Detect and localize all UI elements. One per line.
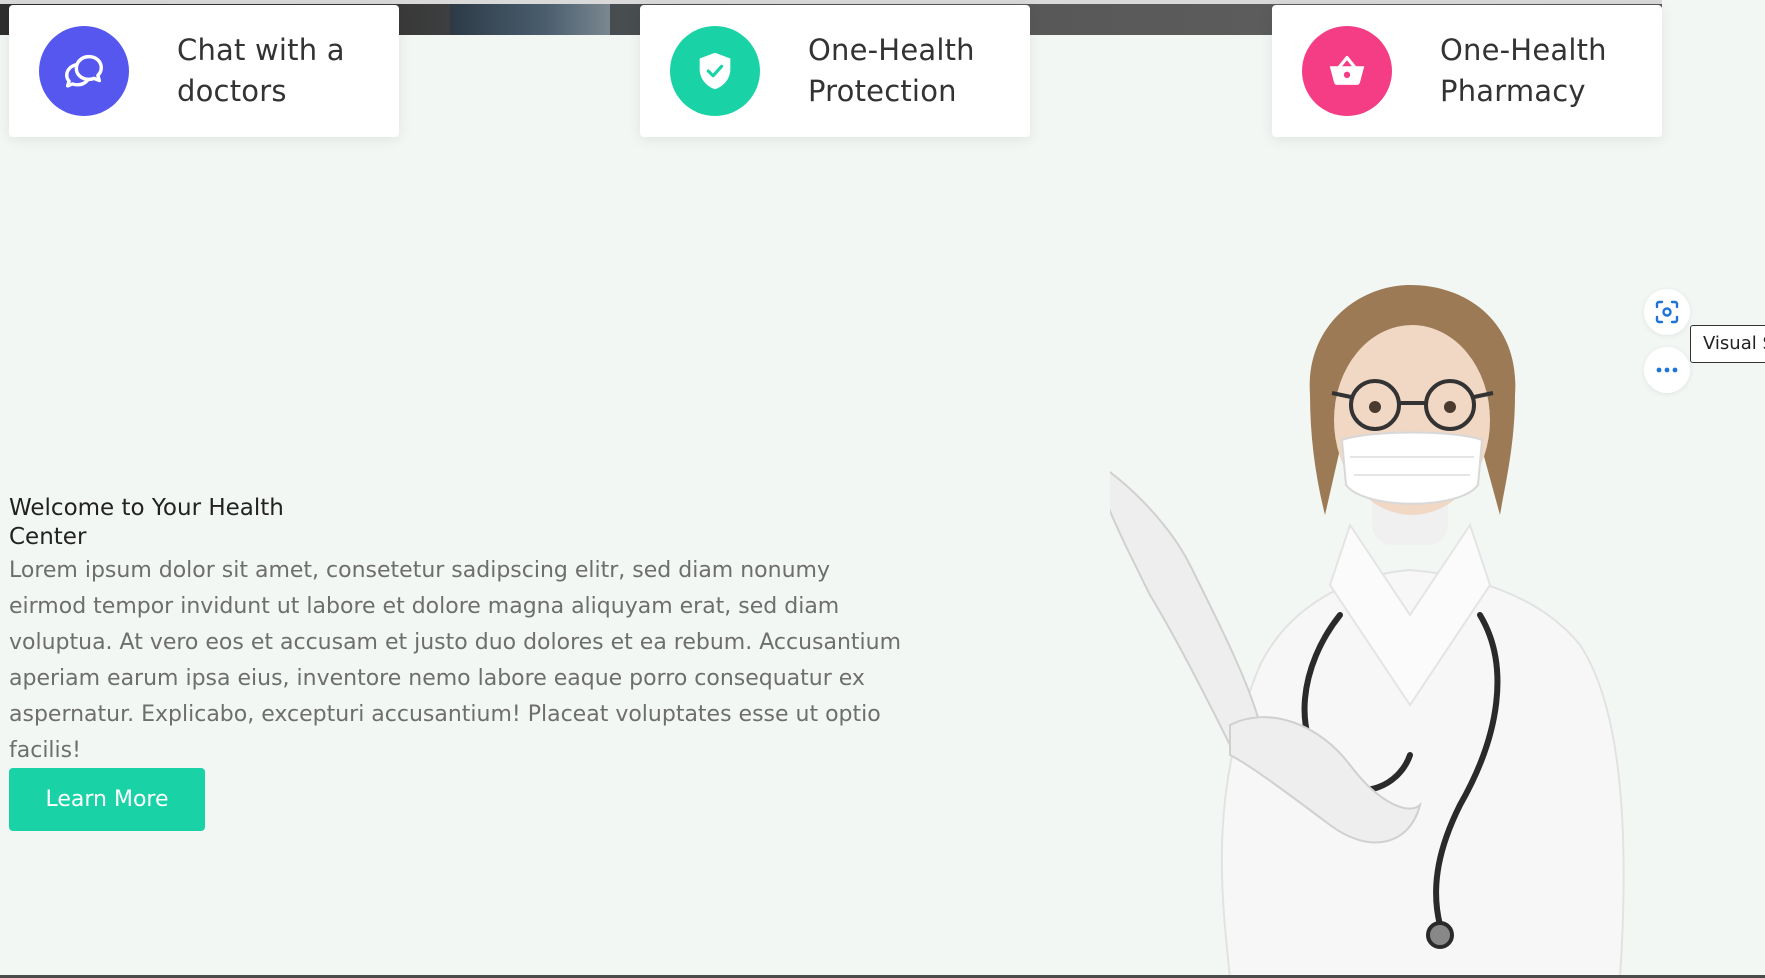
hero-description: Lorem ipsum dolor sit amet, consetetur s… xyxy=(9,558,902,763)
feature-card-title: Chat with a doctors xyxy=(177,33,345,108)
welcome-heading: Welcome to Your Health Center xyxy=(9,495,284,550)
shopping-basket-icon xyxy=(1302,26,1392,116)
visual-search-icon xyxy=(1655,300,1679,324)
feature-card-title: One-Health Protection xyxy=(808,33,975,108)
visual-search-button[interactable] xyxy=(1644,289,1690,335)
visual-search-tooltip: Visual Search xyxy=(1690,325,1765,363)
chat-bubbles-icon xyxy=(39,26,129,116)
feature-card-title: One-Health Pharmacy xyxy=(1440,33,1607,108)
hero-image-window xyxy=(450,0,610,35)
learn-more-button[interactable]: Learn More xyxy=(9,768,205,831)
doctor-illustration xyxy=(1110,285,1625,978)
more-options-button[interactable] xyxy=(1644,347,1690,393)
page: Chat with a doctors One-Health Protectio… xyxy=(0,0,1765,978)
feature-card-chat[interactable]: Chat with a doctors xyxy=(9,5,399,137)
feature-card-protection[interactable]: One-Health Protection xyxy=(640,5,1030,137)
more-options-icon xyxy=(1656,367,1678,373)
shield-check-icon xyxy=(670,26,760,116)
feature-card-pharmacy[interactable]: One-Health Pharmacy xyxy=(1272,5,1662,137)
